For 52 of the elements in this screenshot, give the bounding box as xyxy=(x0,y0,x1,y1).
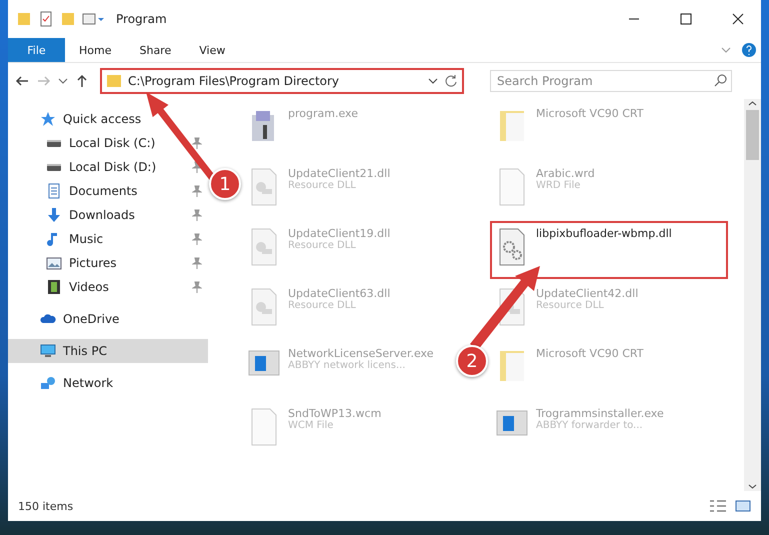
chevron-down-icon xyxy=(721,45,731,55)
document-icon xyxy=(46,183,62,199)
new-folder-icon xyxy=(60,11,76,27)
folder-icon xyxy=(16,11,32,27)
sidebar-item[interactable]: Music xyxy=(8,227,208,251)
sidebar-item[interactable]: This PC xyxy=(8,339,208,363)
refresh-icon xyxy=(444,74,458,88)
search-field[interactable]: Search Program xyxy=(490,70,732,92)
item-count: 150 items xyxy=(18,500,74,512)
pin-icon[interactable] xyxy=(192,185,202,197)
scrollbar[interactable] xyxy=(744,99,761,491)
scroll-down-icon[interactable] xyxy=(748,482,757,491)
large-icons-view-icon xyxy=(735,498,751,514)
drive-icon xyxy=(46,164,62,170)
details-view-icon xyxy=(709,498,727,514)
picture-icon xyxy=(46,255,62,271)
folder-icon xyxy=(106,73,122,89)
star-icon xyxy=(40,111,56,127)
properties-icon xyxy=(38,11,54,27)
file-item[interactable]: libpixbufloader-wbmp.dll xyxy=(490,221,728,279)
scroll-up-icon[interactable] xyxy=(748,99,757,108)
sidebar-item[interactable]: Network xyxy=(8,371,208,395)
sidebar-item[interactable]: Videos xyxy=(8,275,208,299)
sidebar-item[interactable]: Documents xyxy=(8,179,208,203)
scrollbar-thumb[interactable] xyxy=(746,110,759,160)
ribbon-tab[interactable]: Share xyxy=(125,38,186,62)
pin-icon[interactable] xyxy=(192,137,202,149)
minimize-icon xyxy=(628,18,640,20)
view-options-icon xyxy=(82,11,104,27)
maximize-icon xyxy=(680,13,692,25)
pin-icon[interactable] xyxy=(192,209,202,221)
ribbon-tab[interactable]: View xyxy=(185,38,240,62)
chevron-down-icon xyxy=(58,76,68,86)
sidebar-item[interactable]: Pictures xyxy=(8,251,208,275)
ribbon-tab[interactable]: Home xyxy=(65,38,126,62)
help-icon xyxy=(741,42,757,58)
ribbon-tab[interactable]: File xyxy=(8,38,65,62)
pin-icon[interactable] xyxy=(192,233,202,245)
sidebar-item[interactable]: Quick access xyxy=(8,107,208,131)
close-icon xyxy=(732,13,744,25)
pin-icon[interactable] xyxy=(192,281,202,293)
sidebar-item[interactable]: OneDrive xyxy=(8,307,208,331)
network-icon xyxy=(40,375,56,391)
sidebar-item[interactable]: Downloads xyxy=(8,203,208,227)
film-icon xyxy=(46,279,62,295)
pin-icon[interactable] xyxy=(192,257,202,269)
drive-icon xyxy=(46,140,62,146)
download-icon xyxy=(46,207,62,223)
chevron-down-icon xyxy=(428,76,438,86)
monitor-icon xyxy=(40,343,56,359)
window-title: Program xyxy=(116,12,168,26)
address-bar[interactable]: C:\Program Files\Program Directory xyxy=(100,68,464,94)
